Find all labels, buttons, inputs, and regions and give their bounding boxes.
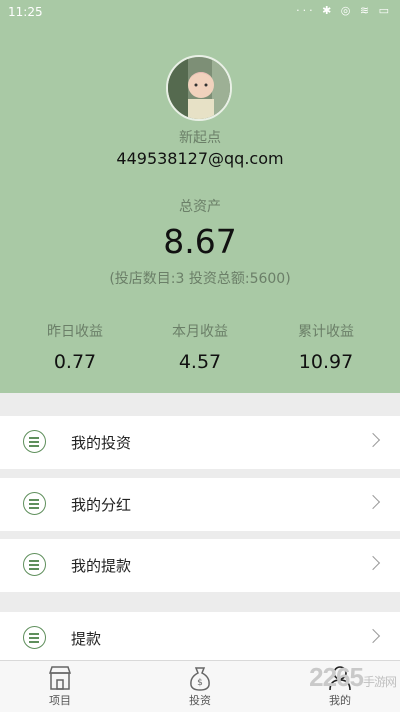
store-icon <box>48 666 72 690</box>
money-bag-icon: $ <box>190 667 210 691</box>
menu-label: 我的投资 <box>71 434 132 452</box>
stat-value: 0.77 <box>53 351 97 373</box>
stat-month: 本月收益 4.57 <box>140 321 260 373</box>
status-icons: ··· ✱ ◎ ≋ ▭ <box>296 4 392 17</box>
list-icon <box>23 492 46 515</box>
avatar[interactable] <box>166 55 232 121</box>
tab-label: 投资 <box>189 694 211 707</box>
menu-my-withdrawals[interactable]: 我的提款 <box>0 539 400 592</box>
profile-header: 11:25 ··· ✱ ◎ ≋ ▭ 新起点 449538127@qq.com 总… <box>0 0 400 393</box>
stat-label: 本月收益 <box>172 324 228 340</box>
watermark-text: 2265 <box>309 662 364 692</box>
stat-label: 昨日收益 <box>47 324 103 340</box>
total-assets-value: 8.67 <box>163 222 237 261</box>
list-icon <box>23 553 46 576</box>
chevron-right-icon <box>365 432 381 448</box>
menu-label: 我的分红 <box>71 496 132 514</box>
menu-withdraw[interactable]: 提款 <box>0 612 400 665</box>
menu-my-investments[interactable]: 我的投资 <box>0 416 400 469</box>
stat-total: 累计收益 10.97 <box>266 321 386 373</box>
tab-label: 项目 <box>49 694 71 707</box>
stat-value: 10.97 <box>298 351 354 373</box>
menu-my-dividends[interactable]: 我的分红 <box>0 478 400 531</box>
stat-yesterday: 昨日收益 0.77 <box>15 321 135 373</box>
tab-projects[interactable]: 项目 <box>20 661 100 712</box>
stat-value: 4.57 <box>178 351 222 373</box>
chevron-right-icon <box>365 494 381 510</box>
watermark-logo: 2265手游网 <box>309 662 397 693</box>
stat-label: 累计收益 <box>298 324 354 340</box>
chevron-right-icon <box>365 555 381 571</box>
avatar-photo <box>168 57 230 119</box>
svg-text:$: $ <box>197 678 203 688</box>
status-time: 11:25 <box>8 5 43 19</box>
list-icon <box>23 626 46 649</box>
menu-label: 我的提款 <box>71 557 132 575</box>
chevron-right-icon <box>365 628 381 644</box>
nickname: 新起点 <box>179 130 221 146</box>
total-assets-label: 总资产 <box>179 199 221 215</box>
tab-label: 我的 <box>329 694 351 707</box>
status-bar: 11:25 ··· ✱ ◎ ≋ ▭ <box>0 0 400 24</box>
watermark-sub: 手游网 <box>362 675 397 689</box>
menu-label: 提款 <box>71 630 102 648</box>
assets-detail: (投店数目:3 投资总额:5600) <box>109 271 291 287</box>
email: 449538127@qq.com <box>116 149 284 168</box>
tab-invest[interactable]: $ 投资 <box>160 661 240 712</box>
list-icon <box>23 430 46 453</box>
